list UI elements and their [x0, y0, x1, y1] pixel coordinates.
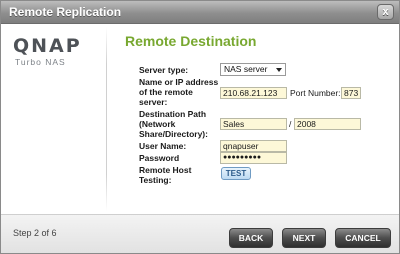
page-title: Remote Destination	[125, 33, 257, 49]
chevron-down-icon	[276, 68, 282, 72]
back-button[interactable]: BACK	[229, 228, 273, 248]
logo-brand: QNAP	[13, 35, 82, 57]
dest-path-label-line3: Share/Directory):	[139, 129, 208, 139]
username-label: User Name:	[139, 141, 187, 151]
divider	[106, 27, 107, 211]
qnap-logo: QNAP Turbo NAS	[13, 35, 103, 75]
path-separator: /	[289, 119, 292, 129]
address-label-line1: Name or IP address	[139, 77, 219, 87]
footer-bar: Step 2 of 6 BACK NEXT CANCEL	[1, 214, 399, 253]
dest-dir-input[interactable]: 2008	[294, 118, 361, 130]
window-title: Remote Replication	[9, 5, 122, 19]
remote-replication-dialog: Remote Replication x QNAP Turbo NAS Remo…	[0, 0, 400, 254]
title-bar: Remote Replication x	[1, 1, 399, 24]
password-input[interactable]: ●●●●●●●●●	[220, 152, 287, 164]
logo-subtitle: Turbo NAS	[15, 57, 66, 67]
remote-test-label-line1: Remote Host	[139, 165, 192, 175]
test-button[interactable]: TEST	[221, 167, 251, 180]
close-button[interactable]: x	[377, 4, 394, 20]
address-label-line2: of the remote	[139, 87, 193, 97]
remote-test-label-line2: Testing:	[139, 175, 172, 185]
server-type-select[interactable]: NAS server	[220, 63, 286, 76]
username-input[interactable]: qnapuser	[220, 140, 287, 152]
address-input[interactable]: 210.68.21.123	[220, 87, 287, 99]
server-type-value: NAS server	[224, 64, 268, 74]
cancel-button[interactable]: CANCEL	[335, 228, 391, 248]
close-icon: x	[382, 6, 389, 18]
server-type-label: Server type:	[139, 65, 189, 75]
step-indicator: Step 2 of 6	[13, 228, 57, 238]
password-label: Password	[139, 153, 180, 163]
dest-path-label-line2: (Network	[139, 119, 176, 129]
port-input[interactable]: 873	[341, 87, 361, 99]
address-label-line3: server:	[139, 97, 168, 107]
next-button[interactable]: NEXT	[282, 228, 326, 248]
port-label: Port Number:	[290, 88, 341, 98]
dest-path-label-line1: Destination Path	[139, 109, 207, 119]
dest-share-input[interactable]: Sales	[220, 118, 287, 130]
